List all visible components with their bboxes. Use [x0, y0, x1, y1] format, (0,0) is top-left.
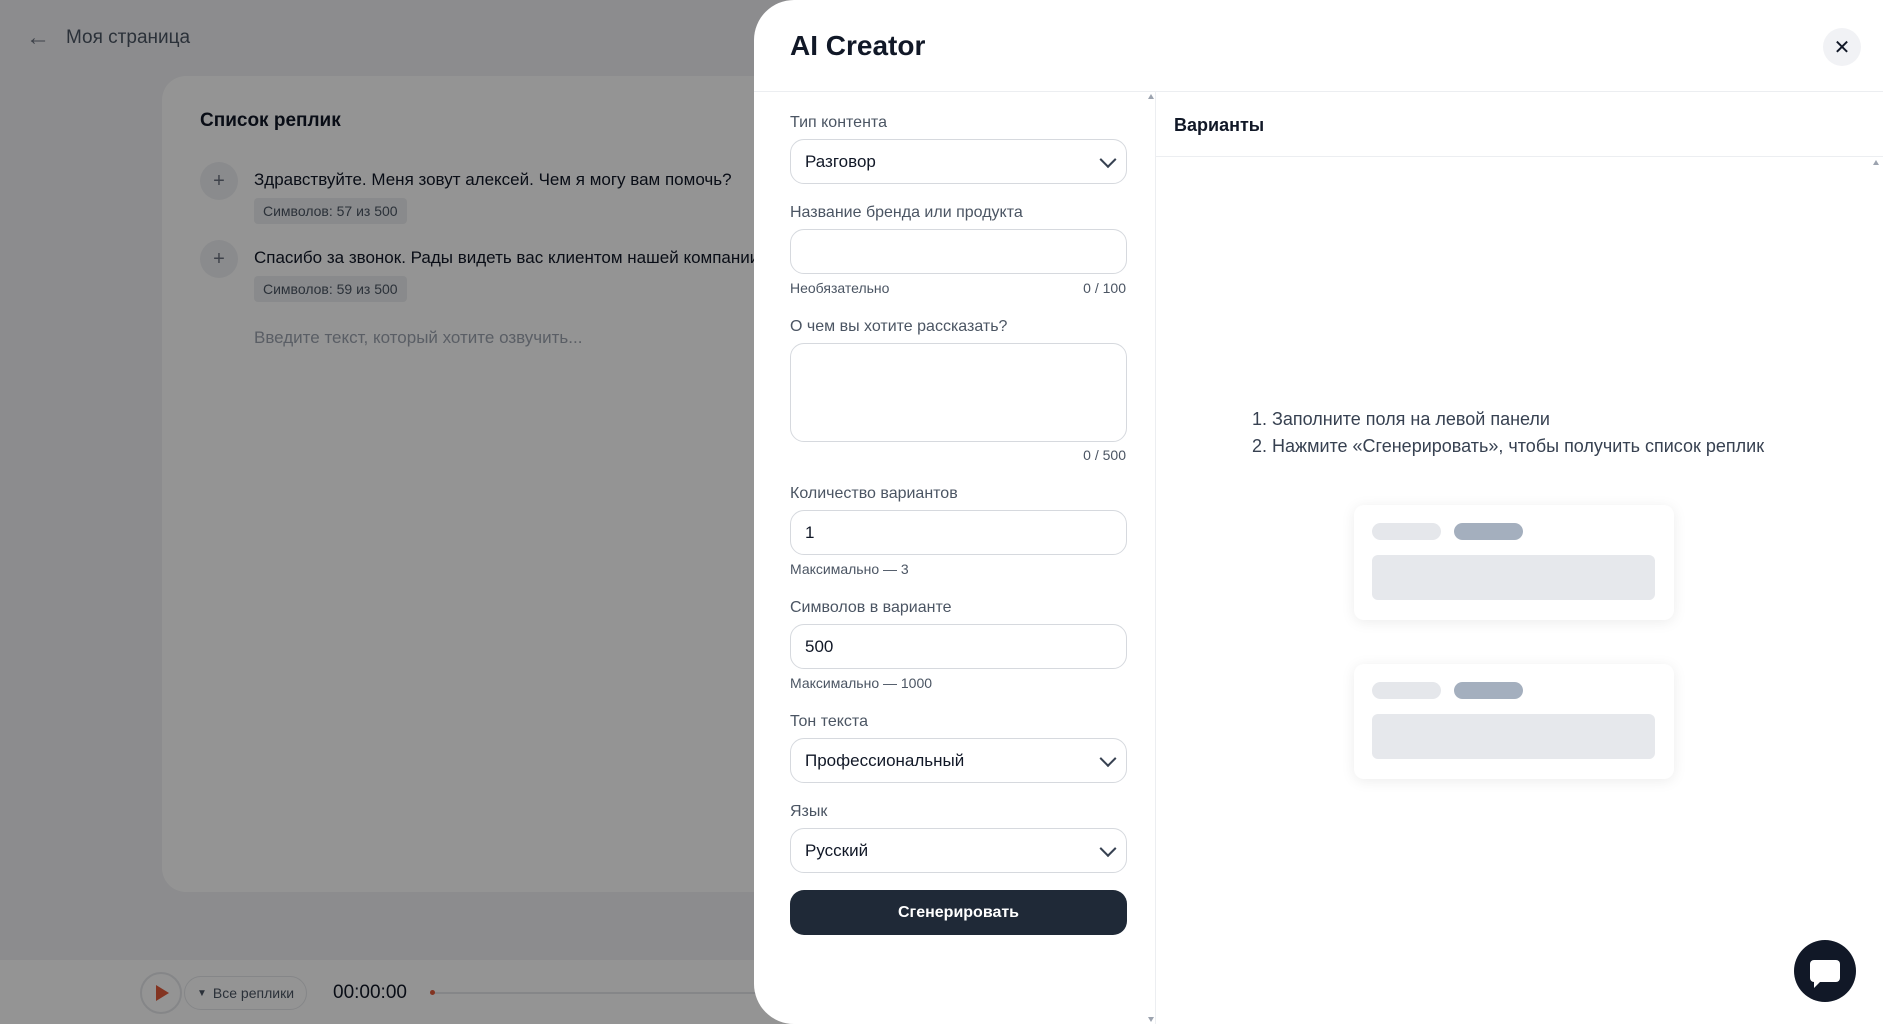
about-counter: 0 / 500: [1083, 447, 1126, 463]
chevron-down-icon: [1099, 839, 1117, 857]
about-label: О чем вы хотите рассказать?: [790, 318, 1008, 335]
brand-label: Название бренда или продукта: [790, 204, 1023, 221]
instruction-step: 1. Заполните поля на левой панели: [1252, 409, 1550, 429]
variants-count-input[interactable]: 1: [790, 510, 1127, 555]
chars-value: 500: [805, 636, 834, 656]
skeleton-bar: [1372, 555, 1655, 600]
drawer-header: AI Creator ✕: [754, 0, 1883, 92]
variants-count-label: Количество вариантов: [790, 485, 958, 502]
skeleton-pill: [1454, 523, 1523, 540]
content-type-select[interactable]: Разговор: [790, 139, 1127, 184]
ai-creator-drawer: AI Creator ✕ Тип контента Разговор Назва…: [754, 0, 1883, 1024]
generate-button[interactable]: Сгенерировать: [790, 890, 1127, 935]
variants-panel: Варианты 1. Заполните поля на левой пане…: [1156, 92, 1883, 1024]
skeleton-pill: [1454, 682, 1523, 699]
language-select[interactable]: Русский: [790, 828, 1127, 873]
variants-title: Варианты: [1174, 115, 1265, 135]
chars-hint: Максимально — 1000: [790, 675, 933, 691]
variants-header: Варианты: [1156, 92, 1883, 157]
brand-counter: 0 / 100: [1083, 280, 1126, 296]
chat-icon: [1810, 960, 1840, 988]
brand-hint: Необязательно: [790, 280, 890, 296]
instruction-step: 2. Нажмите «Сгенерировать», чтобы получи…: [1252, 436, 1765, 456]
tone-select[interactable]: Профессиональный: [790, 738, 1127, 783]
about-textarea[interactable]: [790, 343, 1127, 442]
skeleton-pill: [1372, 523, 1441, 540]
form-panel: Тип контента Разговор Название бренда ил…: [754, 92, 1156, 1024]
scroll-up-icon[interactable]: [1148, 94, 1154, 99]
tone-label: Тон текста: [790, 713, 868, 730]
drawer-title: AI Creator: [790, 30, 926, 61]
close-button[interactable]: ✕: [1823, 28, 1861, 66]
instructions-list: 1. Заполните поля на левой панели 2. Наж…: [1252, 406, 1764, 460]
language-label: Язык: [790, 803, 828, 820]
brand-input[interactable]: [790, 229, 1127, 274]
close-icon: ✕: [1833, 36, 1851, 59]
skeleton-bar: [1372, 714, 1655, 759]
skeleton-pill: [1372, 682, 1441, 699]
chevron-down-icon: [1099, 150, 1117, 168]
language-value: Русский: [805, 840, 869, 860]
chars-label: Символов в варианте: [790, 599, 952, 616]
tone-value: Профессиональный: [805, 750, 965, 770]
skeleton-card: [1354, 664, 1674, 779]
skeleton-card: [1354, 505, 1674, 620]
scroll-down-icon[interactable]: [1148, 1017, 1154, 1022]
scroll-up-icon[interactable]: [1873, 160, 1879, 165]
variants-count-value: 1: [805, 522, 815, 542]
content-type-label: Тип контента: [790, 114, 887, 131]
content-type-value: Разговор: [805, 151, 876, 171]
variants-count-hint: Максимально — 3: [790, 561, 909, 577]
chevron-down-icon: [1099, 749, 1117, 767]
chars-input[interactable]: 500: [790, 624, 1127, 669]
support-chat-button[interactable]: [1794, 940, 1856, 1002]
